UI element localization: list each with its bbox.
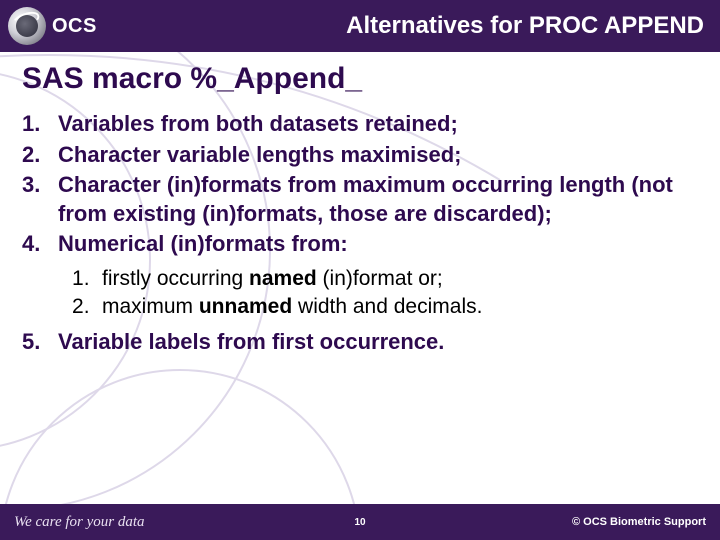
logo: OCS: [8, 7, 97, 45]
main-list: Variables from both datasets retained; C…: [22, 110, 698, 356]
page-number: 10: [354, 517, 365, 528]
sub-list-item: firstly occurring named (in)format or;: [72, 265, 698, 293]
header-bar: OCS Alternatives for PROC APPEND: [0, 0, 720, 52]
content: SAS macro %_Append_ Variables from both …: [0, 52, 720, 356]
sub-list-item: maximum unnamed width and decimals.: [72, 293, 698, 321]
list-item: Numerical (in)formats from: firstly occu…: [22, 230, 698, 321]
page-title: Alternatives for PROC APPEND: [97, 12, 708, 40]
list-item: Variable labels from first occurrence.: [22, 328, 698, 357]
logo-icon: [8, 7, 46, 45]
footer-copyright: © OCS Biometric Support: [572, 516, 706, 528]
section-title: SAS macro %_Append_: [22, 62, 698, 96]
list-item: Variables from both datasets retained;: [22, 110, 698, 139]
list-item: Character (in)formats from maximum occur…: [22, 171, 698, 228]
logo-text: OCS: [52, 15, 97, 38]
list-item: Character variable lengths maximised;: [22, 141, 698, 170]
footer-bar: We care for your data 10 © OCS Biometric…: [0, 504, 720, 540]
sub-list: firstly occurring named (in)format or; m…: [72, 265, 698, 322]
footer-tagline: We care for your data: [14, 514, 145, 531]
